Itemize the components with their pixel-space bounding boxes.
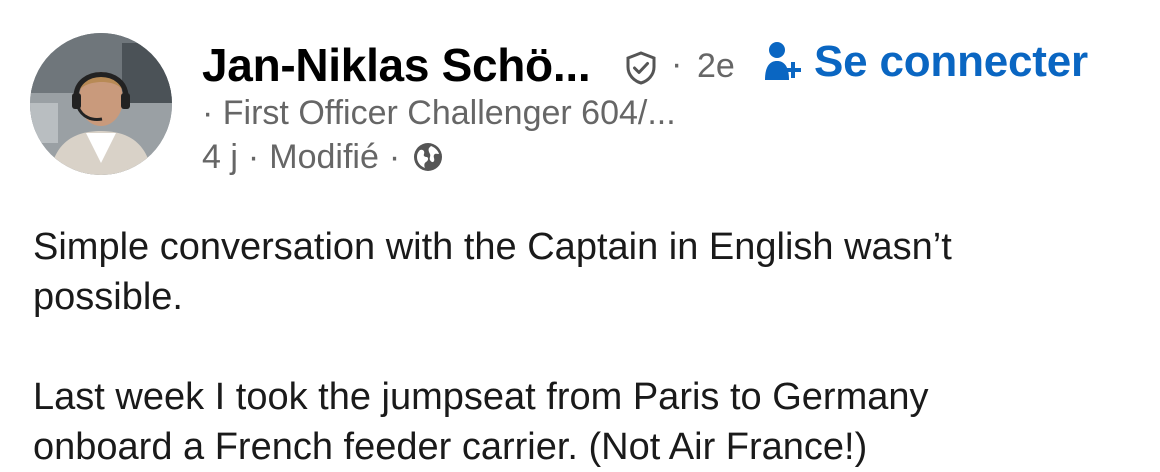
post-body: Simple conversation with the Captain in … bbox=[33, 222, 1133, 472]
add-person-icon bbox=[765, 42, 801, 80]
post-text-line: Simple conversation with the Captain in … bbox=[33, 226, 952, 268]
separator-dot: · bbox=[671, 45, 683, 83]
separator-dot: · bbox=[247, 137, 260, 176]
separator-dot: · bbox=[388, 137, 401, 176]
profile-photo-icon bbox=[30, 33, 172, 175]
author-headline: · First Officer Challenger 604/... bbox=[202, 94, 676, 133]
avatar[interactable] bbox=[30, 33, 172, 175]
post-text-line: possible. bbox=[33, 276, 183, 318]
post-paragraph: Last week I took the jumpseat from Paris… bbox=[33, 372, 1133, 472]
separator-dot: · bbox=[202, 94, 214, 132]
shield-check-icon bbox=[626, 51, 656, 85]
post-meta: 4 j · Modifié · bbox=[202, 137, 444, 177]
connect-button[interactable]: Se connecter bbox=[762, 34, 1088, 90]
connection-degree: 2e bbox=[697, 47, 735, 85]
author-name[interactable]: Jan-Niklas Schö... bbox=[202, 38, 591, 92]
post-text-line: onboard a French feeder carrier. (Not Ai… bbox=[33, 426, 868, 468]
post-header: Jan-Niklas Schö... · 2e Se connecter · F… bbox=[0, 0, 1160, 200]
post-text-line: Last week I took the jumpseat from Paris… bbox=[33, 376, 929, 418]
globe-icon bbox=[414, 143, 443, 171]
headline-text: First Officer Challenger 604/... bbox=[222, 94, 676, 132]
post-paragraph: Simple conversation with the Captain in … bbox=[33, 222, 1133, 322]
post-time: 4 j bbox=[202, 137, 238, 176]
edited-label: Modifié bbox=[269, 137, 379, 176]
connect-label: Se connecter bbox=[814, 37, 1088, 86]
